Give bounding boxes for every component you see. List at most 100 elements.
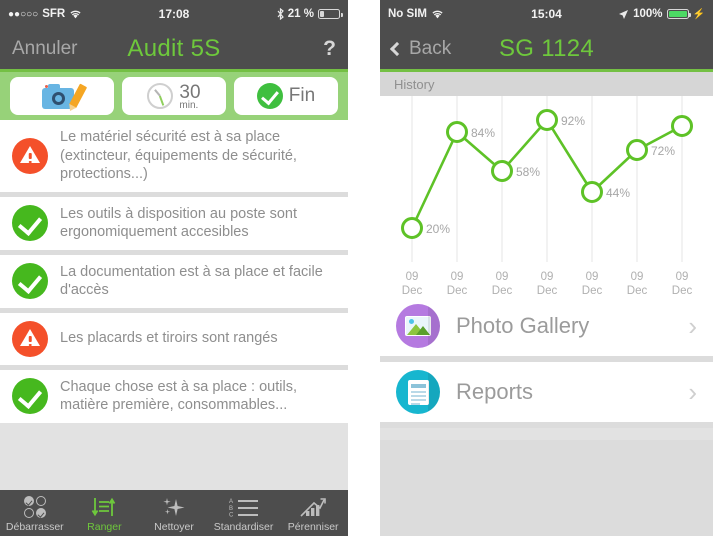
list-item[interactable]: Les placards et tiroirs sont rangés [0, 312, 348, 370]
svg-text:Dec: Dec [627, 285, 648, 296]
svg-text:20%: 20% [426, 222, 450, 236]
svg-text:Dec: Dec [582, 285, 603, 296]
list-item-label: Chaque chose est à sa place : outils, ma… [60, 378, 297, 414]
timer-value-group: 30 min. [179, 82, 200, 111]
back-button[interactable]: Back [389, 37, 452, 60]
battery-low-icon [318, 9, 343, 19]
svg-text:09: 09 [586, 271, 599, 283]
wifi-icon [70, 10, 81, 19]
row-label: Reports [456, 379, 534, 404]
svg-text:09: 09 [406, 271, 419, 283]
list-item-photo-gallery[interactable]: Photo Gallery › [380, 296, 713, 362]
tab-label: Pérenniser [287, 521, 339, 533]
sparkle-icon [161, 496, 187, 518]
carrier-label: No SIM [388, 8, 427, 20]
tab-label: Standardiser [213, 521, 274, 533]
svg-text:72%: 72% [651, 144, 675, 158]
list-item-label: Les outils à disposition au poste sont e… [60, 205, 297, 241]
sidebar-item-standardiser[interactable]: A B C Standardiser [209, 490, 279, 536]
sidebar-item-ranger[interactable]: Ranger [70, 490, 140, 536]
back-label: Back [409, 37, 452, 59]
clock-icon [147, 83, 174, 109]
chevron-right-icon: › [688, 310, 697, 341]
right-nav-bar: Back SG 1124 [380, 28, 713, 72]
svg-text:Dec: Dec [447, 285, 468, 296]
right-status-bar: No SIM 15:04 100% ⚡ [380, 0, 713, 28]
status-left-group: ●●○○○ SFR [8, 8, 82, 20]
check-icon [12, 205, 48, 241]
abc-list-icon: A B C [229, 496, 259, 518]
finish-label: Fin [288, 85, 316, 106]
tab-label: Ranger [87, 521, 122, 533]
warning-icon [12, 137, 48, 174]
battery-percent-label: 21 % [287, 8, 314, 20]
finish-button[interactable]: Fin [234, 77, 338, 115]
history-line-chart: 20% 84% 58% 92% 44% 72% 09 Dec 09 Dec 09 Dec 09 Dec 09… [401, 96, 693, 296]
carrier-label: SFR [42, 8, 66, 20]
photo-gallery-icon [396, 304, 440, 348]
location-arrow-icon [619, 9, 629, 19]
bar-chart-up-icon [300, 496, 326, 518]
empty-area [380, 440, 713, 536]
status-right-group: 21 % [277, 8, 343, 20]
svg-text:Dec: Dec [402, 285, 423, 296]
list-item[interactable]: La documentation est à sa place et facil… [0, 254, 348, 313]
check-icon [12, 263, 48, 299]
sort-arrows-icon [91, 496, 117, 518]
list-item[interactable]: Les outils à disposition au poste sont e… [0, 196, 348, 255]
chevron-left-icon [389, 41, 405, 56]
left-nav-bar: Annuler Audit 5S ? [0, 28, 348, 72]
status-right-group: 100% ⚡ [618, 8, 705, 20]
svg-text:92%: 92% [561, 114, 585, 128]
svg-text:B: B [229, 506, 233, 512]
status-left-group: No SIM [388, 8, 444, 20]
svg-text:44%: 44% [606, 186, 630, 200]
svg-text:Dec: Dec [492, 285, 513, 296]
photo-button[interactable] [10, 77, 114, 115]
svg-text:Dec: Dec [672, 285, 693, 296]
list-item-reports[interactable]: Reports › [380, 362, 713, 428]
svg-text:09: 09 [541, 271, 554, 283]
list-item-label: La documentation est à sa place et facil… [60, 263, 323, 299]
battery-percent-label: 100% [633, 8, 663, 20]
sidebar-item-perenniser[interactable]: Pérenniser [278, 490, 348, 536]
check-icon [12, 378, 48, 414]
camera-edit-icon [42, 82, 88, 110]
charging-bolt-icon: ⚡ [692, 8, 705, 20]
svg-text:58%: 58% [516, 165, 540, 179]
cancel-button[interactable]: Annuler [12, 38, 78, 60]
list-item[interactable]: Chaque chose est à sa place : outils, ma… [0, 369, 348, 423]
checklist: Le matériel sécurité est à sa place (ext… [0, 120, 348, 423]
history-chart: 20% 84% 58% 92% 44% 72% 09 Dec 09 Dec 09 Dec 09 Dec 09… [380, 96, 713, 296]
reports-icon [396, 370, 440, 414]
battery-full-icon [666, 9, 692, 19]
svg-text:09: 09 [631, 271, 644, 283]
timer-button[interactable]: 30 min. [122, 77, 226, 115]
tab-label: Débarrasser [5, 521, 64, 533]
tab-label: Nettoyer [154, 521, 194, 533]
audit-toolbar: 30 min. Fin [0, 72, 348, 120]
wifi-icon [432, 10, 443, 19]
left-status-bar: ●●○○○ SFR 17:08 21 % [0, 0, 348, 28]
bluetooth-icon [277, 8, 284, 20]
bottom-tab-bar: Débarrasser Ranger Nettoyer A B C Standa… [0, 490, 348, 536]
svg-text:09: 09 [451, 271, 464, 283]
list-item[interactable]: Le matériel sécurité est à sa place (ext… [0, 120, 348, 197]
checkbox-grid-icon [23, 496, 46, 518]
svg-text:09: 09 [676, 271, 689, 283]
list-item-label: Le matériel sécurité est à sa place (ext… [60, 129, 297, 182]
svg-text:A: A [229, 499, 233, 505]
sidebar-item-debarrasser[interactable]: Débarrasser [0, 490, 70, 536]
section-header-history: History [380, 72, 713, 96]
chevron-right-icon: › [688, 376, 697, 407]
sidebar-item-nettoyer[interactable]: Nettoyer [139, 490, 209, 536]
svg-text:C: C [229, 513, 234, 518]
right-phone-screen: No SIM 15:04 100% ⚡ Back SG 1124 History… [380, 0, 713, 536]
row-label: Photo Gallery [456, 313, 590, 338]
warning-icon [12, 320, 48, 357]
signal-dots-icon: ●●○○○ [8, 8, 39, 20]
list-item-label: Les placards et tiroirs sont rangés [60, 330, 278, 347]
timer-unit: min. [179, 100, 199, 111]
help-button[interactable]: ? [323, 37, 336, 61]
check-circle-icon [256, 83, 283, 109]
